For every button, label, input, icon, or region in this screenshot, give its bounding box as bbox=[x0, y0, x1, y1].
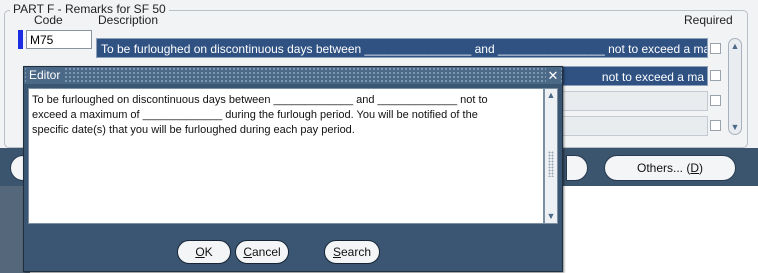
search-button[interactable]: Search bbox=[324, 240, 380, 264]
editor-titlebar[interactable]: Editor ✕ bbox=[24, 67, 562, 84]
editor-text-line: To be furloughed on discontinuous days b… bbox=[32, 94, 488, 106]
editor-text-line: specific date(s) that you will be furlou… bbox=[32, 124, 355, 136]
others-button[interactable]: Others... (D) bbox=[604, 155, 736, 181]
scroll-grip-icon[interactable] bbox=[548, 151, 554, 177]
code-field[interactable]: M75 bbox=[26, 30, 92, 49]
remarks-scrollbar[interactable]: ▲ ▼ bbox=[728, 38, 742, 135]
others-button-hotkey: D bbox=[690, 161, 699, 175]
editor-text-line: exceed a maximum of _____________ during… bbox=[32, 109, 478, 121]
editor-title: Editor bbox=[26, 68, 64, 83]
close-icon[interactable]: ✕ bbox=[546, 68, 560, 83]
current-record-indicator bbox=[18, 30, 23, 49]
editor-textarea[interactable]: To be furloughed on discontinuous days b… bbox=[28, 88, 544, 224]
others-button-tail: ) bbox=[699, 161, 703, 175]
required-checkbox-row-2[interactable] bbox=[710, 70, 721, 81]
others-button-label: Others... ( bbox=[636, 161, 691, 175]
ok-button[interactable]: OK bbox=[177, 240, 231, 264]
ok-label: K bbox=[204, 245, 213, 259]
required-checkbox-row-4[interactable] bbox=[710, 120, 721, 131]
editor-footer bbox=[24, 227, 562, 271]
cancel-hotkey: C bbox=[243, 245, 252, 259]
search-label: earch bbox=[340, 245, 372, 259]
scroll-down-icon[interactable]: ▼ bbox=[730, 122, 740, 132]
description-row-2-text: not to exceed a ma bbox=[601, 70, 704, 84]
column-header-required: Required bbox=[684, 13, 733, 27]
ok-hotkey: O bbox=[195, 245, 205, 259]
scroll-up-icon[interactable]: ▲ bbox=[546, 90, 556, 101]
column-header-code: Code bbox=[34, 13, 63, 27]
scroll-down-icon[interactable]: ▼ bbox=[546, 211, 556, 222]
required-checkbox-row-3[interactable] bbox=[710, 95, 721, 106]
cancel-button[interactable]: Cancel bbox=[235, 240, 289, 264]
editor-scrollbar[interactable]: ▲ ▼ bbox=[544, 88, 558, 224]
search-hotkey: S bbox=[332, 245, 341, 259]
cancel-label: ancel bbox=[251, 245, 281, 259]
description-field-row-1[interactable]: To be furloughed on discontinuous days b… bbox=[96, 38, 708, 58]
required-checkbox-row-1[interactable] bbox=[710, 43, 721, 54]
scroll-up-icon[interactable]: ▲ bbox=[730, 41, 740, 51]
editor-dialog: Editor ✕ To be furloughed on discontinuo… bbox=[23, 66, 563, 272]
column-header-description: Description bbox=[98, 13, 159, 27]
